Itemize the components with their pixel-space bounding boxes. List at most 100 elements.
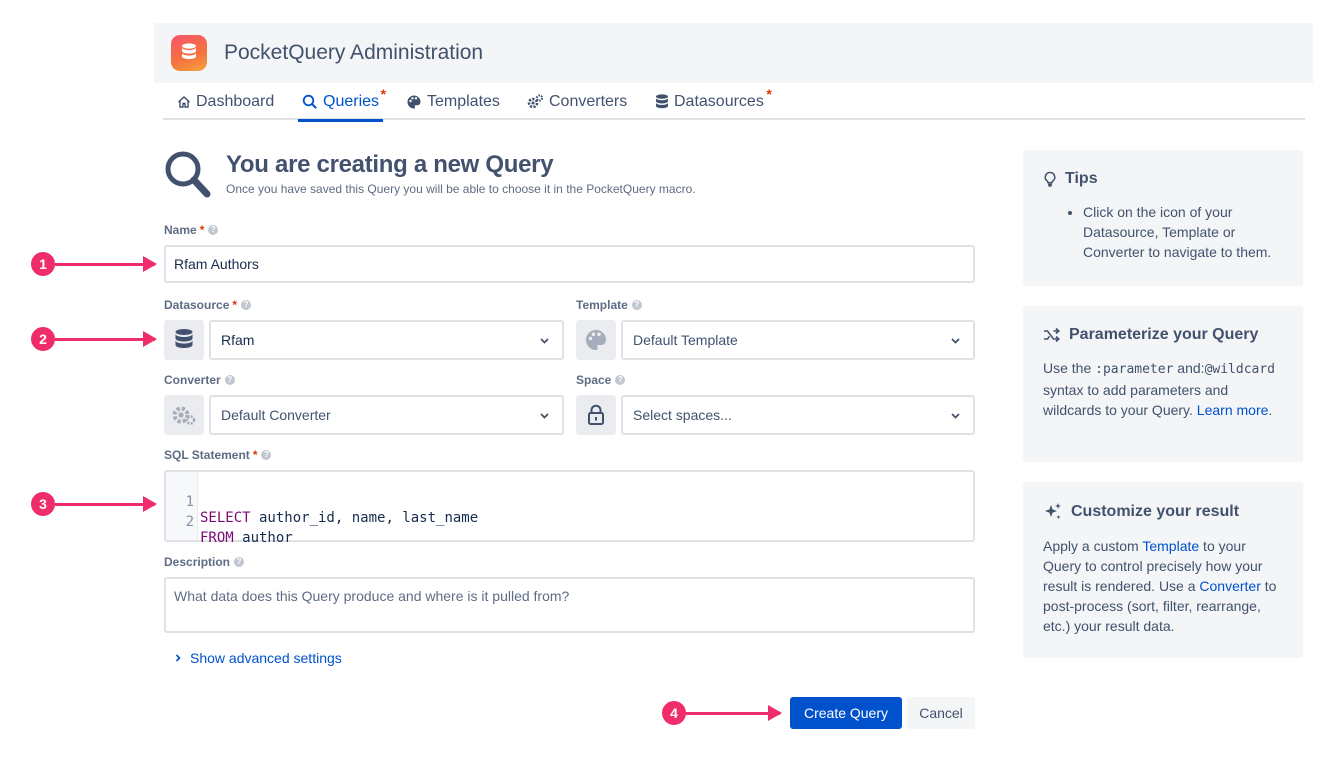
annotation-marker-3: 3 (31, 492, 55, 516)
converter-link-button[interactable] (164, 395, 204, 435)
panel-title-text: Customize your result (1071, 503, 1240, 520)
pocketquery-logo-icon (171, 35, 207, 71)
tab-datasources[interactable]: Datasources * (655, 83, 772, 120)
description-textarea[interactable]: What data does this Query produce and wh… (164, 577, 975, 633)
chevron-down-icon (540, 413, 549, 419)
annotation-arrow (55, 496, 157, 512)
required-marker: * (252, 448, 258, 462)
panel-body: Use the :parameter and:@wildcard syntax … (1043, 358, 1283, 420)
advanced-label: Show advanced settings (190, 650, 342, 666)
palette-icon (586, 330, 606, 350)
annotation-arrow (55, 331, 157, 347)
tab-queries[interactable]: Queries * (297, 83, 386, 122)
template-link-button[interactable] (576, 320, 616, 360)
label-text: Template (576, 298, 628, 312)
database-icon (655, 93, 669, 110)
label-text: SQL Statement (164, 448, 250, 462)
sql-editor[interactable]: 1 SELECT author_id, name, last_name 2 FR… (164, 470, 975, 546)
template-link[interactable]: Template (1142, 538, 1199, 554)
annotation-marker-4: 4 (662, 701, 686, 725)
name-input[interactable]: Rfam Authors (164, 245, 975, 283)
help-icon[interactable]: ? (208, 225, 219, 235)
chevron-down-icon (951, 413, 960, 419)
space-select[interactable]: Select spaces... (621, 395, 975, 435)
app-title: PocketQuery Administration (224, 41, 484, 64)
code-line: 2 FROM author (166, 498, 293, 546)
chevron-right-icon (175, 654, 181, 662)
code-text: FROM author (200, 530, 293, 546)
label-text: Datasource (164, 298, 230, 312)
customize-panel: Customize your result Apply a custom Tem… (1023, 482, 1303, 658)
annotation-arrow (686, 705, 782, 721)
create-query-button[interactable]: Create Query (790, 697, 902, 729)
search-icon (302, 94, 318, 110)
panel-title: Parameterize your Query (1043, 326, 1283, 344)
tab-label: Templates (427, 92, 500, 110)
label-text: Name (164, 223, 197, 237)
description-placeholder: What data does this Query produce and wh… (174, 588, 570, 604)
sql-label: SQL Statement *? (164, 448, 272, 462)
converter-select[interactable]: Default Converter (209, 395, 564, 435)
converter-link[interactable]: Converter (1199, 578, 1260, 594)
label-text: Converter (164, 373, 221, 387)
space-label: Space? (576, 373, 626, 387)
label-text: Space (576, 373, 612, 387)
panel-text: . (1268, 402, 1273, 418)
datasource-value: Rfam (221, 332, 255, 348)
sql-text: author_id, name, last_name (250, 510, 479, 526)
tab-label: Queries (323, 92, 380, 110)
show-advanced-settings-link[interactable]: Show advanced settings (172, 650, 342, 666)
datasource-link-button[interactable] (164, 320, 204, 360)
tip-item: Click on the icon of your Datasource, Te… (1083, 202, 1283, 262)
space-lock-box (576, 395, 616, 435)
page-subtitle: Once you have saved this Query you will … (226, 182, 696, 196)
tab-templates[interactable]: Templates (406, 83, 500, 120)
tab-label: Datasources (674, 92, 764, 110)
changes-marker: * (380, 86, 387, 102)
help-icon[interactable]: ? (234, 557, 245, 567)
help-icon[interactable]: ? (261, 450, 272, 460)
chevron-down-icon (540, 338, 549, 344)
help-icon[interactable]: ? (631, 300, 642, 310)
help-icon[interactable]: ? (615, 375, 626, 385)
annotation-marker-1: 1 (31, 252, 55, 276)
gears-icon (527, 93, 544, 110)
learn-more-link[interactable]: Learn more (1197, 402, 1269, 418)
panel-title-text: Tips (1065, 170, 1098, 187)
cancel-button[interactable]: Cancel (907, 697, 975, 729)
panel-text: Use the (1043, 360, 1096, 376)
name-value: Rfam Authors (174, 256, 259, 272)
description-label: Description? (164, 555, 245, 569)
chevron-down-icon (951, 338, 960, 344)
datasource-label: Datasource *? (164, 298, 252, 312)
shuffle-icon (1043, 327, 1061, 343)
required-marker: * (199, 223, 205, 237)
panel-body: Click on the icon of your Datasource, Te… (1043, 202, 1283, 262)
tab-label: Converters (549, 92, 628, 110)
page-title: You are creating a new Query (226, 151, 554, 178)
help-icon[interactable]: ? (224, 375, 235, 385)
panel-title: Customize your result (1043, 502, 1283, 522)
nav-tabs: Dashboard Queries * Templates Converters… (163, 83, 1305, 122)
converter-label: Converter? (164, 373, 235, 387)
parameterize-panel: Parameterize your Query Use the :paramet… (1023, 306, 1303, 462)
annotation-arrow (55, 256, 157, 272)
code-snippet: :parameter (1095, 362, 1174, 377)
tab-converters[interactable]: Converters (527, 83, 627, 120)
converter-value: Default Converter (221, 407, 331, 423)
search-icon (164, 150, 212, 205)
sql-keyword: SELECT (200, 510, 251, 526)
database-icon (175, 329, 193, 348)
sparkles-icon (1043, 502, 1063, 522)
annotation-marker-2: 2 (31, 327, 55, 351)
lock-icon (588, 404, 604, 425)
help-icon[interactable]: ? (241, 300, 252, 310)
datasource-select[interactable]: Rfam (209, 320, 564, 360)
template-value: Default Template (633, 332, 738, 348)
tab-dashboard[interactable]: Dashboard (177, 83, 274, 120)
tips-panel: Tips Click on the icon of your Datasourc… (1023, 150, 1303, 286)
space-placeholder: Select spaces... (633, 407, 732, 423)
template-label: Template? (576, 298, 642, 312)
template-select[interactable]: Default Template (621, 320, 975, 360)
app-header: PocketQuery Administration (154, 23, 1313, 83)
